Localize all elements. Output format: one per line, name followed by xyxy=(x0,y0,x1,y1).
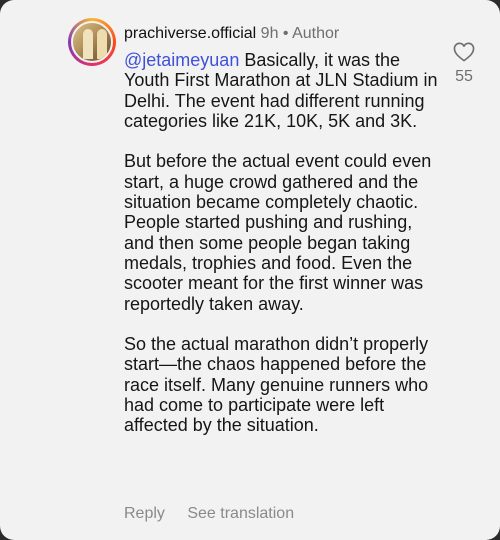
meta-separator: • xyxy=(282,25,289,42)
comment-card: prachiverse.official 9h • Author @jetaim… xyxy=(0,0,500,540)
see-translation-button[interactable]: See translation xyxy=(187,505,294,523)
avatar[interactable] xyxy=(68,18,116,66)
comment-actions: Reply See translation xyxy=(124,505,294,523)
avatar-image xyxy=(71,21,113,63)
username-link[interactable]: prachiverse.official xyxy=(124,25,256,42)
mention-link[interactable]: @jetaimeyuan xyxy=(124,50,239,70)
comment-paragraph-1: @jetaimeyuan Basically, it was the Youth… xyxy=(124,50,446,131)
author-badge: Author xyxy=(292,25,340,42)
heart-outline-icon[interactable] xyxy=(450,42,478,62)
comment-body: @jetaimeyuan Basically, it was the Youth… xyxy=(124,50,446,456)
comment-time: 9h xyxy=(260,25,279,42)
comment-header: prachiverse.official 9h • Author xyxy=(124,24,339,44)
comment-paragraph-2: But before the actual event could even s… xyxy=(124,151,432,314)
like-count: 55 xyxy=(455,68,473,85)
reply-button[interactable]: Reply xyxy=(124,505,165,523)
comment-paragraph-3: So the actual marathon didn’t properly s… xyxy=(124,334,429,436)
like-control: 55 xyxy=(450,42,478,86)
